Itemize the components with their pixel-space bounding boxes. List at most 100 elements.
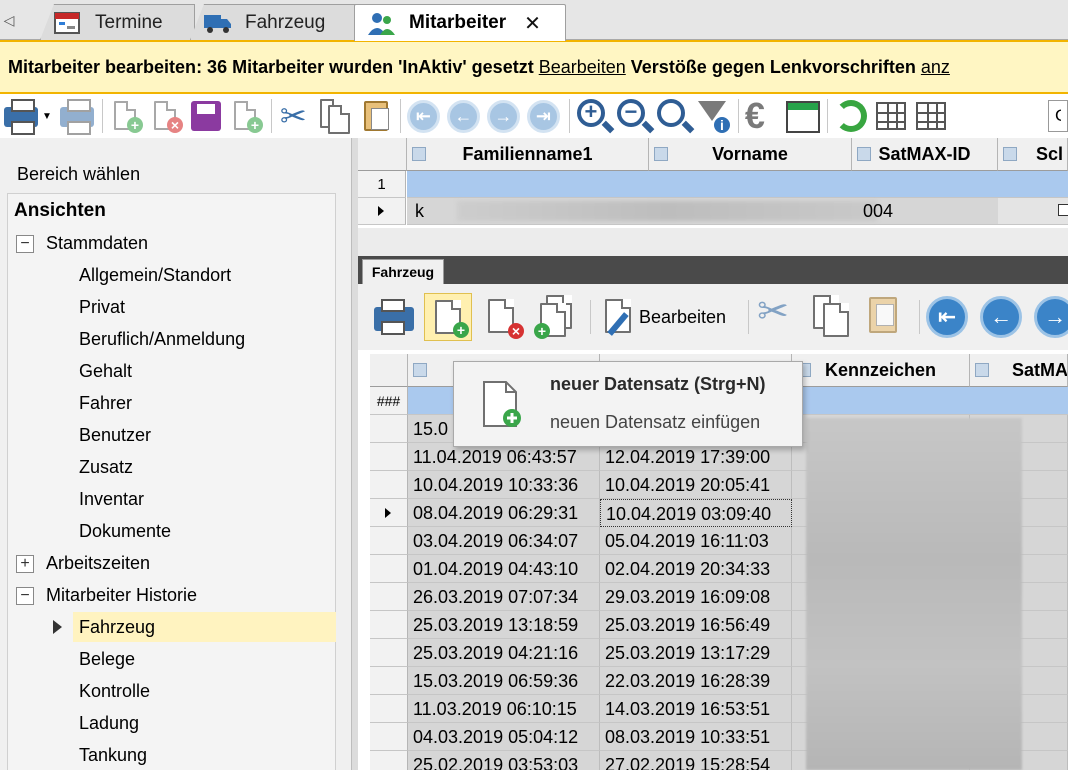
tree-node[interactable]: Beruflich/Anmeldung bbox=[73, 324, 336, 354]
info-link-bearbeiten[interactable]: Bearbeiten bbox=[539, 57, 626, 78]
tree-node[interactable]: Inventar bbox=[73, 484, 336, 514]
copy-icon[interactable] bbox=[807, 293, 855, 341]
cell-von[interactable]: 11.03.2019 06:10:15 bbox=[408, 695, 600, 723]
euro-icon[interactable]: € bbox=[743, 97, 781, 135]
row-header[interactable] bbox=[370, 695, 408, 723]
grid-settings-icon[interactable] bbox=[912, 97, 950, 135]
next-record-icon[interactable]: → bbox=[485, 97, 523, 135]
cell-von[interactable]: 08.04.2019 06:29:31 bbox=[408, 499, 600, 527]
row-header[interactable] bbox=[370, 471, 408, 499]
print-preview-icon[interactable] bbox=[58, 97, 96, 135]
cell-bis[interactable]: 10.04.2019 03:09:40 bbox=[600, 499, 792, 527]
previous-record-icon[interactable]: ← bbox=[445, 97, 483, 135]
grid-edit-icon[interactable] bbox=[872, 97, 910, 135]
row-header[interactable] bbox=[370, 751, 408, 770]
tree-node[interactable]: Zusatz bbox=[73, 452, 336, 482]
row-header[interactable] bbox=[370, 583, 408, 611]
delete-record-icon[interactable]: × bbox=[478, 293, 526, 341]
cell-bis[interactable]: 02.04.2019 20:34:33 bbox=[600, 555, 792, 583]
cell-bis[interactable]: 14.03.2019 16:53:51 bbox=[600, 695, 792, 723]
table-row[interactable]: k 004 bbox=[407, 198, 998, 225]
tab-mitarbeiter[interactable]: Mitarbeiter ✕ bbox=[354, 4, 566, 41]
print-dropdown-icon[interactable]: ▼ bbox=[42, 111, 52, 122]
column-scl[interactable]: Scl bbox=[998, 138, 1068, 171]
tab-fahrzeug[interactable]: Fahrzeug bbox=[190, 4, 356, 40]
cell-bis[interactable]: 10.04.2019 20:05:41 bbox=[600, 471, 792, 499]
delete-record-icon[interactable]: × bbox=[147, 97, 185, 135]
cell-bis[interactable]: 25.03.2019 16:56:49 bbox=[600, 611, 792, 639]
cell-bis[interactable]: 05.04.2019 16:11:03 bbox=[600, 527, 792, 555]
cell-von[interactable]: 26.03.2019 07:07:34 bbox=[408, 583, 600, 611]
row-header[interactable] bbox=[370, 723, 408, 751]
tree-node[interactable]: + Arbeitszeiten bbox=[8, 548, 337, 578]
tree-node[interactable]: Gehalt bbox=[73, 356, 336, 386]
row-header[interactable] bbox=[370, 443, 408, 471]
column-satmax[interactable]: SatMA bbox=[970, 354, 1068, 387]
collapse-icon[interactable]: − bbox=[16, 235, 34, 253]
row-header[interactable] bbox=[370, 527, 408, 555]
copy-record-icon[interactable]: + bbox=[532, 293, 580, 341]
tree-node[interactable]: Kontrolle bbox=[73, 676, 336, 706]
copy-record-icon[interactable]: + bbox=[227, 97, 265, 135]
first-record-icon[interactable]: ⇤ bbox=[405, 97, 443, 135]
tree-node[interactable]: Belege bbox=[73, 644, 336, 674]
row-header[interactable]: 1 bbox=[358, 171, 406, 198]
cell-bis[interactable]: 12.04.2019 17:39:00 bbox=[600, 443, 792, 471]
tree-node[interactable]: Fahrer bbox=[73, 388, 336, 418]
cut-icon[interactable]: ✂ bbox=[753, 293, 801, 341]
cell-von[interactable]: 04.03.2019 05:04:12 bbox=[408, 723, 600, 751]
cell-bis[interactable]: 22.03.2019 16:28:39 bbox=[600, 667, 792, 695]
row-header[interactable] bbox=[370, 499, 408, 527]
new-record-icon[interactable]: + bbox=[424, 293, 472, 341]
tab-termine[interactable]: Termine bbox=[40, 4, 195, 40]
new-row-header[interactable]: ### bbox=[370, 387, 408, 415]
zoom-in-icon[interactable]: + bbox=[574, 97, 612, 135]
calendar-view-icon[interactable] bbox=[783, 97, 821, 135]
collapse-icon[interactable]: − bbox=[16, 587, 34, 605]
cell-von[interactable]: 25.03.2019 13:18:59 bbox=[408, 611, 600, 639]
row-header[interactable] bbox=[370, 415, 408, 443]
cell-von[interactable]: 01.04.2019 04:43:10 bbox=[408, 555, 600, 583]
column-kennzeichen[interactable]: Kennzeichen bbox=[792, 354, 970, 387]
save-icon[interactable] bbox=[187, 97, 225, 135]
cell-von[interactable]: 10.04.2019 10:33:36 bbox=[408, 471, 600, 499]
tree-node[interactable]: Ladung bbox=[73, 708, 336, 738]
column-familienname1[interactable]: Familienname1 bbox=[407, 138, 649, 171]
edit-icon[interactable] bbox=[595, 293, 639, 341]
column-satmax-id[interactable]: SatMAX-ID bbox=[852, 138, 998, 171]
row-header[interactable] bbox=[370, 611, 408, 639]
copy-icon[interactable] bbox=[316, 97, 354, 135]
next-record-icon[interactable]: → bbox=[1032, 293, 1068, 341]
row-header-current[interactable] bbox=[358, 198, 406, 225]
tree-node[interactable]: Benutzer bbox=[73, 420, 336, 450]
tree-node[interactable]: Allgemein/Standort bbox=[73, 260, 336, 290]
checkbox[interactable] bbox=[1058, 204, 1068, 216]
cell-von[interactable]: 15.03.2019 06:59:36 bbox=[408, 667, 600, 695]
info-link-anzeigen[interactable]: anz bbox=[921, 57, 950, 78]
print-icon[interactable] bbox=[370, 293, 418, 341]
first-record-icon[interactable]: ⇤ bbox=[924, 293, 972, 341]
tab-fahrzeug-history[interactable]: Fahrzeug bbox=[362, 259, 444, 284]
edit-button-label[interactable]: Bearbeiten bbox=[639, 307, 726, 328]
tree-node[interactable]: Privat bbox=[73, 292, 336, 322]
tab-scroll-left-icon[interactable]: ◁ bbox=[0, 0, 18, 40]
refresh-icon[interactable] bbox=[832, 97, 870, 135]
tree-node[interactable]: Fahrzeug bbox=[53, 612, 336, 642]
close-tab-icon[interactable]: ✕ bbox=[524, 11, 541, 36]
cell-von[interactable]: 25.02.2019 03:53:03 bbox=[408, 751, 600, 770]
tree-node[interactable]: − Stammdaten bbox=[8, 228, 337, 258]
cell-bis[interactable]: 08.03.2019 10:33:51 bbox=[600, 723, 792, 751]
paste-icon[interactable] bbox=[861, 293, 909, 341]
new-record-icon[interactable]: + bbox=[107, 97, 145, 135]
tree-node[interactable]: Dokumente bbox=[73, 516, 336, 546]
row-header[interactable] bbox=[370, 667, 408, 695]
row-header[interactable] bbox=[370, 639, 408, 667]
last-record-icon[interactable]: ⇥ bbox=[525, 97, 563, 135]
toolbar-search-input[interactable] bbox=[1048, 100, 1068, 132]
tree-node[interactable]: − Mitarbeiter Historie bbox=[8, 580, 337, 610]
cut-icon[interactable]: ✂ bbox=[276, 97, 314, 135]
paste-icon[interactable] bbox=[356, 97, 394, 135]
cell-von[interactable]: 25.03.2019 04:21:16 bbox=[408, 639, 600, 667]
print-icon[interactable] bbox=[2, 97, 40, 135]
cell-checkbox[interactable] bbox=[998, 198, 1068, 225]
